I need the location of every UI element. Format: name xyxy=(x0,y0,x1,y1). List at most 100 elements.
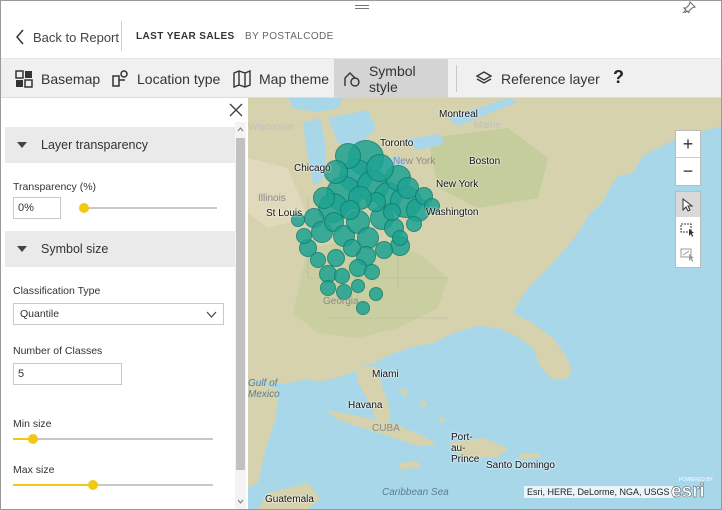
min-size-label: Min size xyxy=(13,418,52,430)
city-label: New York xyxy=(436,179,479,190)
toolbar-reference-layer[interactable]: Reference layer xyxy=(475,59,600,98)
city-label: Port-au-Prince xyxy=(451,432,480,465)
region-label: Illinois xyxy=(258,193,286,204)
sales-bubble[interactable] xyxy=(340,200,360,220)
panel-scrollbar[interactable] xyxy=(235,122,246,509)
max-size-slider[interactable] xyxy=(13,480,213,490)
layers-icon xyxy=(475,70,493,84)
country-label: CUBA xyxy=(372,423,400,434)
sales-bubble[interactable] xyxy=(392,230,408,246)
city-label: Boston xyxy=(469,156,501,167)
transparency-slider[interactable] xyxy=(79,203,217,213)
region-label: Wisconsin xyxy=(248,122,294,133)
zoom-out-button[interactable]: − xyxy=(676,158,700,185)
min-size-slider[interactable] xyxy=(13,434,213,444)
reference-select-icon xyxy=(680,248,694,262)
header-divider xyxy=(121,21,122,51)
max-size-label: Max size xyxy=(13,464,55,476)
toolbar-basemap-label: Basemap xyxy=(41,70,101,87)
min-size-slider-knob[interactable] xyxy=(28,434,38,444)
symbol-style-panel: Layer transparency Transparency (%) Symb… xyxy=(5,98,248,509)
measure-tag: LAST YEAR SALES xyxy=(136,31,235,42)
map-editor-window: Back to Report LAST YEAR SALES BY POSTAL… xyxy=(0,0,722,510)
sales-bubble[interactable] xyxy=(383,203,401,221)
toolbar-map-theme-label: Map theme xyxy=(259,70,330,87)
water-label: Gulf of Mexico xyxy=(248,378,280,400)
layer-transparency-title: Layer transparency xyxy=(41,138,149,152)
region-label: Georgia xyxy=(323,296,359,307)
rectangle-select-button[interactable] xyxy=(676,217,700,242)
toolbar-separator xyxy=(456,65,457,92)
sales-bubble[interactable] xyxy=(351,279,365,293)
scroll-down-icon[interactable] xyxy=(237,498,244,505)
number-of-classes-label: Number of Classes xyxy=(13,345,103,357)
collapse-caret-icon xyxy=(17,246,27,252)
sales-bubble[interactable] xyxy=(310,252,326,268)
back-label: Back to Report xyxy=(33,29,119,45)
classification-type-label: Classification Type xyxy=(13,285,101,297)
layer-transparency-header[interactable]: Layer transparency xyxy=(5,127,235,163)
drag-grip-icon[interactable] xyxy=(355,5,369,9)
city-label: Washington xyxy=(426,207,479,218)
city-label: Montreal xyxy=(439,109,478,120)
max-size-slider-fill xyxy=(13,484,93,486)
collapse-caret-icon xyxy=(17,142,27,148)
symbol-size-title: Symbol size xyxy=(41,242,109,256)
location-type-icon xyxy=(112,69,128,87)
chevron-left-icon xyxy=(16,29,24,45)
sales-bubble[interactable] xyxy=(343,239,361,257)
transparency-label: Transparency (%) xyxy=(13,181,97,193)
city-label: Chicago xyxy=(294,163,331,174)
zoom-controls: + − xyxy=(675,130,701,186)
sales-bubble[interactable] xyxy=(375,241,393,259)
toolbar-reference-layer-label: Reference layer xyxy=(501,70,600,87)
scrollbar-thumb[interactable] xyxy=(236,138,245,470)
rectangle-select-icon xyxy=(680,223,694,237)
map-attribution: Esri, HERE, DeLorme, NGA, USGS xyxy=(524,486,673,498)
chevron-down-icon xyxy=(206,311,217,318)
zoom-in-button[interactable]: + xyxy=(676,131,700,158)
toolbar-symbol-style[interactable]: Symbol style xyxy=(334,59,448,98)
sales-bubble[interactable] xyxy=(320,280,336,296)
city-label: Toronto xyxy=(380,138,414,149)
transparency-input[interactable] xyxy=(13,197,61,219)
toolbar-basemap[interactable]: Basemap xyxy=(15,59,100,98)
selection-tools xyxy=(675,191,701,268)
region-label: Maine xyxy=(474,120,502,131)
sales-bubble[interactable] xyxy=(334,268,350,284)
help-button[interactable]: ? xyxy=(613,67,624,88)
sales-bubble[interactable] xyxy=(369,287,383,301)
city-label: Havana xyxy=(348,400,383,411)
sales-bubble[interactable] xyxy=(366,154,394,182)
sales-bubble[interactable] xyxy=(406,216,422,232)
city-label: St Louis xyxy=(266,208,303,219)
transparency-slider-knob[interactable] xyxy=(79,203,89,213)
symbol-size-header[interactable]: Symbol size xyxy=(5,231,235,267)
pointer-icon xyxy=(682,197,694,212)
toolbar-location-type-label: Location type xyxy=(137,70,221,87)
scroll-up-icon[interactable] xyxy=(237,126,244,133)
map-canvas[interactable]: Montreal Toronto Boston Chicago New York… xyxy=(248,98,721,509)
symbol-style-icon xyxy=(344,71,360,87)
esri-logo: POWERED BY esri xyxy=(671,477,714,500)
max-size-slider-knob[interactable] xyxy=(88,480,98,490)
toolbar-location-type[interactable]: Location type xyxy=(111,59,220,98)
toolbar-symbol-style-label: Symbol style xyxy=(368,62,416,95)
back-to-report-link[interactable]: Back to Report xyxy=(15,27,119,47)
esri-logo-text: esri xyxy=(671,481,705,500)
classification-type-value: Quantile xyxy=(20,308,60,320)
close-icon[interactable] xyxy=(228,102,244,118)
pointer-tool-button[interactable] xyxy=(676,192,700,217)
report-header: Back to Report LAST YEAR SALES BY POSTAL… xyxy=(1,13,721,59)
reference-select-button[interactable] xyxy=(676,242,700,267)
toolbar-map-theme[interactable]: Map theme xyxy=(233,59,329,98)
number-of-classes-input[interactable] xyxy=(13,363,122,385)
title-strip xyxy=(1,1,721,15)
basemap-icon xyxy=(15,69,33,88)
sales-bubble[interactable] xyxy=(364,264,380,280)
city-label: Santo Domingo xyxy=(486,460,555,471)
sales-bubble[interactable] xyxy=(313,187,335,209)
map-toolbar: Basemap Location type Map theme Symbol s… xyxy=(1,59,721,98)
classification-type-dropdown[interactable]: Quantile xyxy=(13,303,224,325)
sales-bubble[interactable] xyxy=(296,228,312,244)
